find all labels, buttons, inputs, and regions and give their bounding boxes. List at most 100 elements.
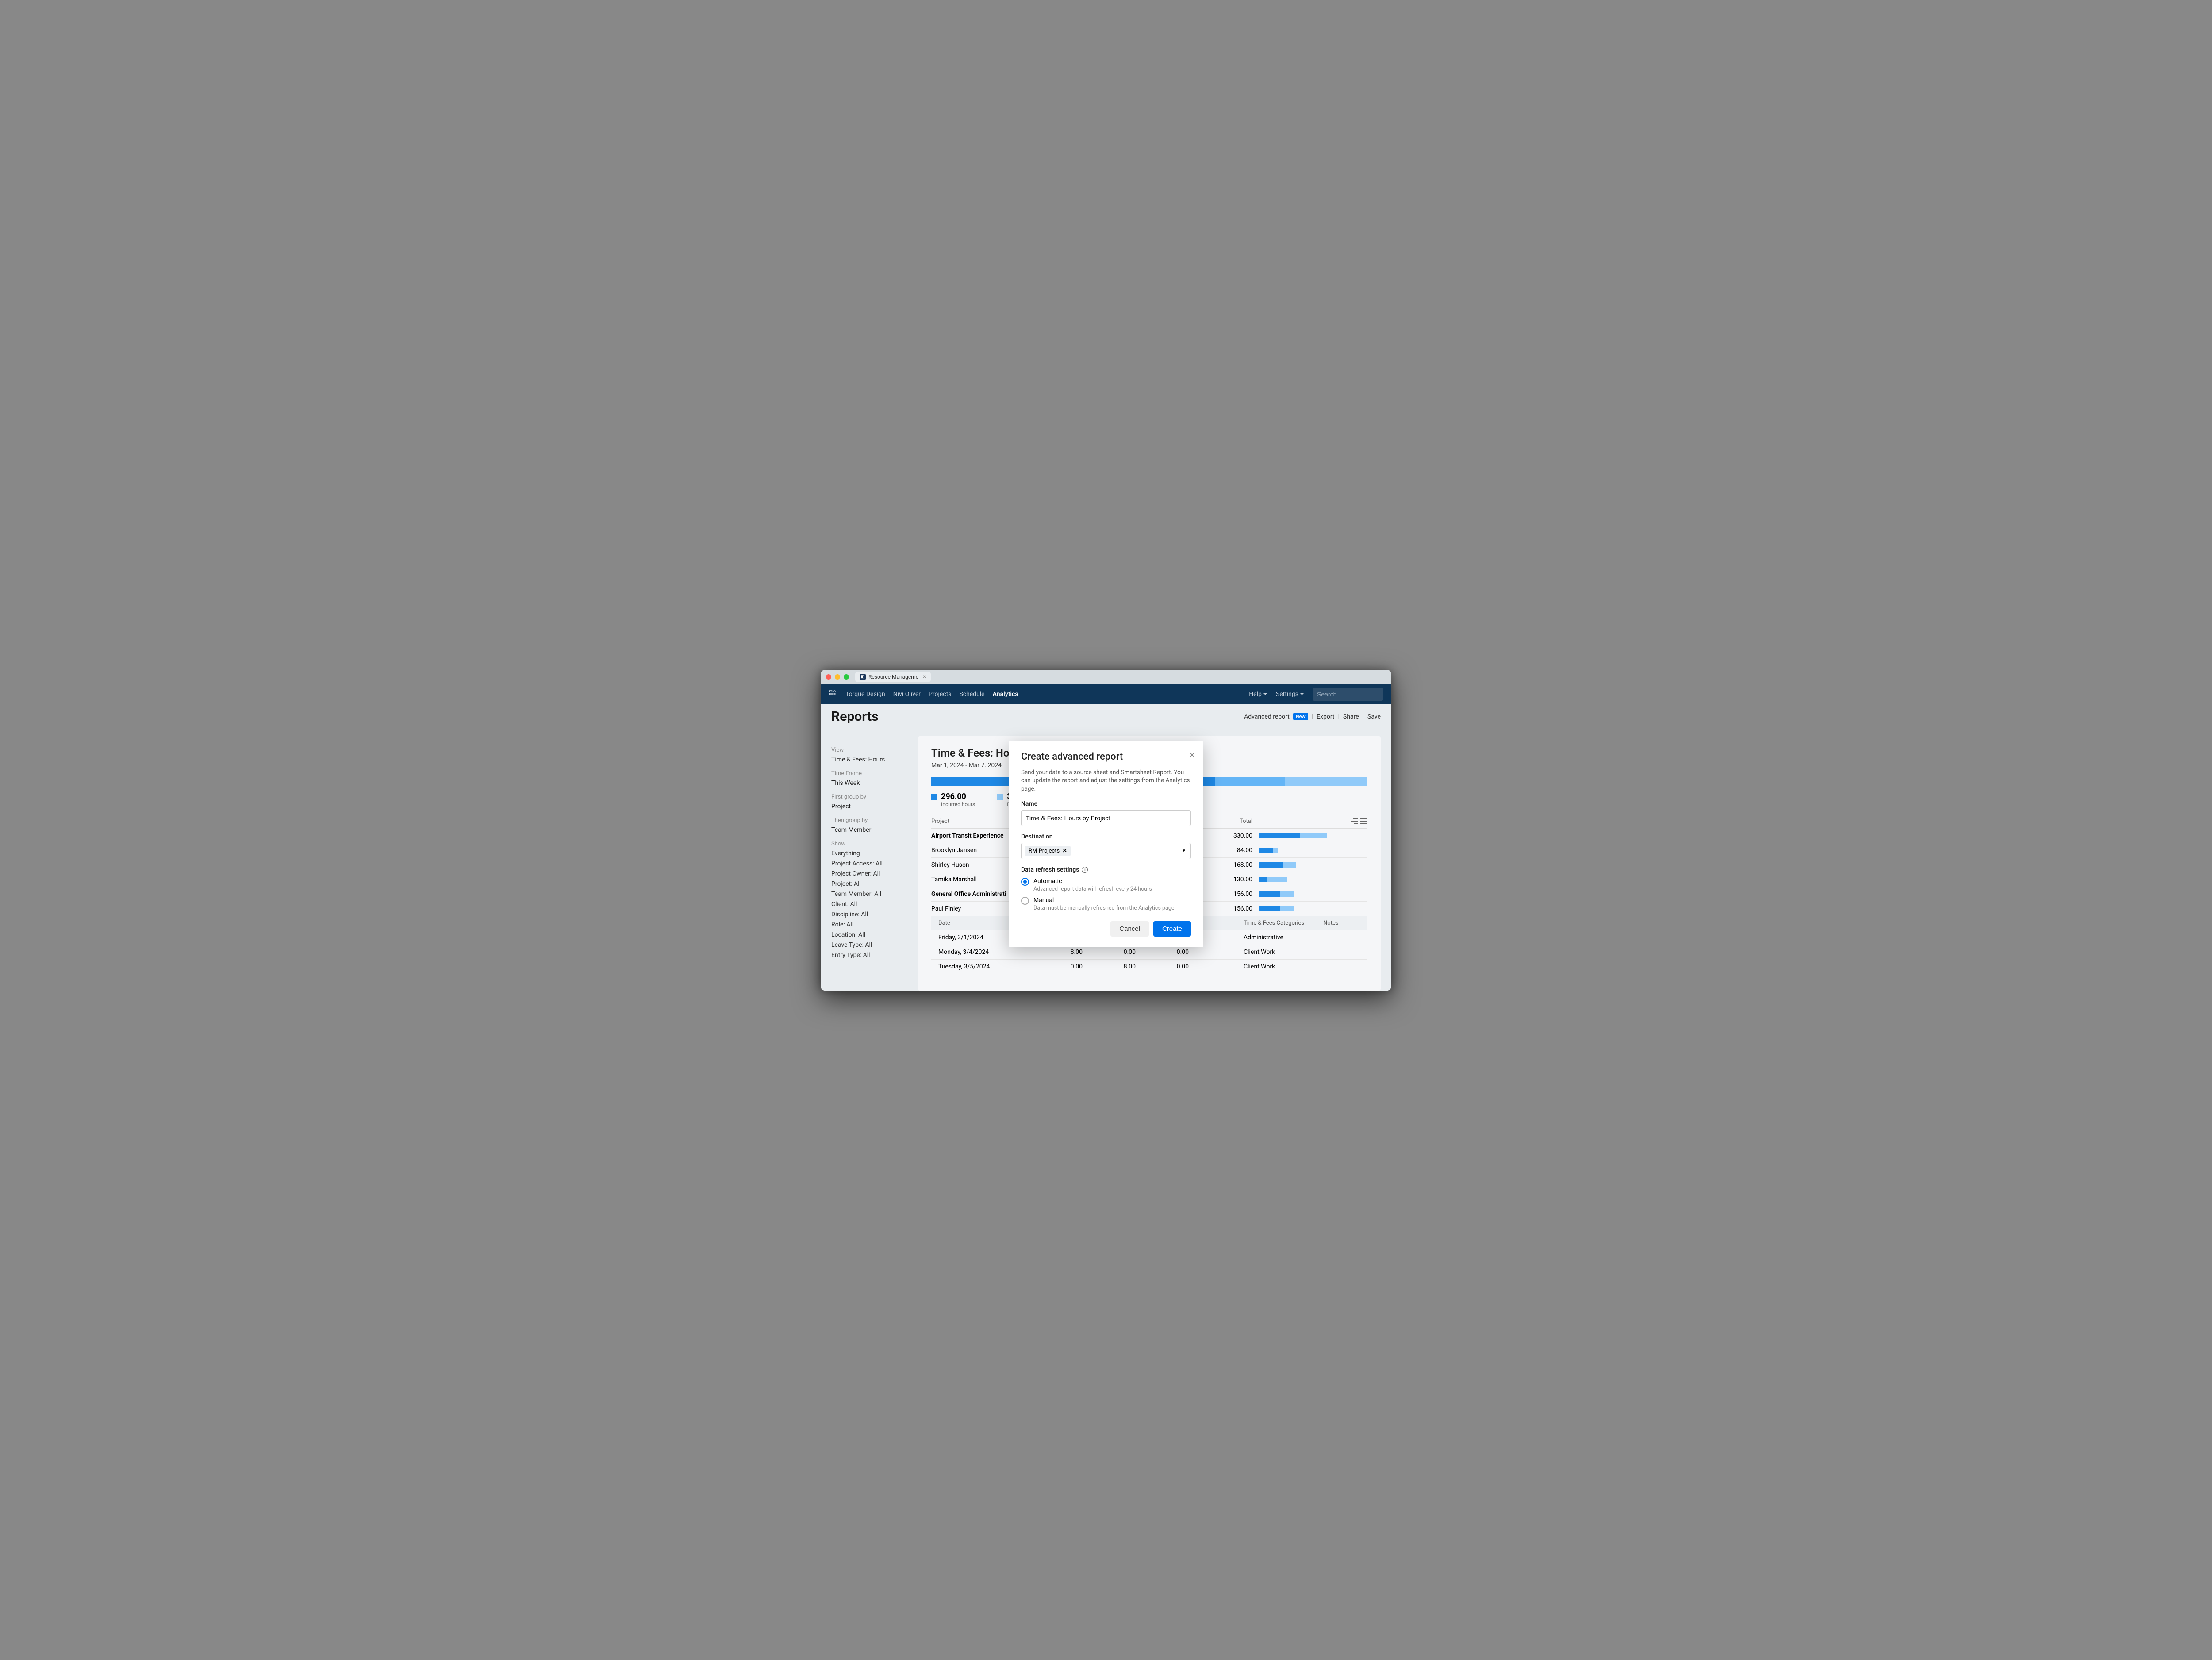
settings-menu[interactable]: Settings bbox=[1276, 691, 1304, 698]
legend-swatch-icon bbox=[931, 794, 937, 800]
detail-notes bbox=[1320, 934, 1367, 941]
export-link[interactable]: Export bbox=[1317, 713, 1334, 720]
breadcrumb-nav: Torque Design Nivi Oliver Projects Sched… bbox=[845, 691, 1018, 698]
show-filter-item[interactable]: Team Member: All bbox=[831, 891, 907, 898]
detail-category: Client Work bbox=[1240, 963, 1320, 970]
top-nav: Torque Design Nivi Oliver Projects Sched… bbox=[821, 684, 1391, 704]
detail-category: Administrative bbox=[1240, 934, 1320, 941]
modal-description: Send your data to a source sheet and Sma… bbox=[1021, 769, 1191, 794]
detail-row[interactable]: Tuesday, 3/5/2024 0.00 8.00 0.00 Client … bbox=[931, 960, 1367, 974]
advanced-report-link[interactable]: Advanced report bbox=[1244, 713, 1290, 720]
show-filter-item[interactable]: Project: All bbox=[831, 880, 907, 888]
timeframe-label: Time Frame bbox=[831, 770, 907, 777]
detail-val: 8.00 bbox=[1086, 963, 1139, 970]
detail-val: 0.00 bbox=[1139, 963, 1192, 970]
search-input[interactable] bbox=[1313, 688, 1383, 701]
view-list-icon[interactable] bbox=[1360, 818, 1367, 824]
show-label: Show bbox=[831, 841, 907, 847]
detail-val: 0.00 bbox=[1086, 949, 1139, 956]
close-icon[interactable]: × bbox=[1190, 749, 1194, 760]
chevron-down-icon: ▼ bbox=[1182, 849, 1186, 853]
row-bar-chart bbox=[1259, 848, 1367, 853]
nav-user[interactable]: Nivi Oliver bbox=[893, 691, 921, 698]
app-logo-icon[interactable] bbox=[829, 689, 837, 699]
view-label: View bbox=[831, 747, 907, 753]
row-total: 156.00 bbox=[1208, 905, 1252, 912]
first-group-value[interactable]: Project bbox=[831, 803, 907, 810]
refresh-automatic-option[interactable]: Automatic Advanced report data will refr… bbox=[1021, 878, 1191, 892]
detail-notes bbox=[1320, 949, 1367, 956]
detail-date: Monday, 3/4/2024 bbox=[931, 949, 1033, 956]
nav-analytics[interactable]: Analytics bbox=[993, 691, 1018, 698]
show-filter-item[interactable]: Everything bbox=[831, 850, 907, 857]
info-icon[interactable]: i bbox=[1082, 867, 1088, 873]
row-total: 168.00 bbox=[1208, 861, 1252, 868]
minimize-window-icon[interactable] bbox=[835, 674, 840, 680]
show-filter-item[interactable]: Location: All bbox=[831, 931, 907, 938]
row-total: 130.00 bbox=[1208, 876, 1252, 883]
report-name-input[interactable] bbox=[1021, 810, 1191, 826]
remove-chip-icon[interactable]: ✕ bbox=[1062, 848, 1067, 854]
cancel-button[interactable]: Cancel bbox=[1110, 921, 1149, 937]
detail-val: 0.00 bbox=[1033, 963, 1086, 970]
show-filter-item[interactable]: Discipline: All bbox=[831, 911, 907, 918]
detail-val: 0.00 bbox=[1139, 949, 1192, 956]
detail-notes bbox=[1320, 963, 1367, 970]
then-group-value[interactable]: Team Member bbox=[831, 826, 907, 834]
app-favicon-icon: ◧ bbox=[860, 674, 866, 680]
detail-val: 8.00 bbox=[1033, 949, 1086, 956]
page-actions: Advanced report New | Export | Share | S… bbox=[1244, 713, 1381, 720]
show-filter-item[interactable]: Client: All bbox=[831, 901, 907, 908]
timeframe-value[interactable]: This Week bbox=[831, 780, 907, 787]
radio-selected-icon bbox=[1021, 878, 1029, 886]
row-bar-chart bbox=[1259, 906, 1367, 911]
show-filter-item[interactable]: Leave Type: All bbox=[831, 941, 907, 949]
show-filter-item[interactable]: Project Owner: All bbox=[831, 870, 907, 877]
share-link[interactable]: Share bbox=[1343, 713, 1359, 720]
row-total: 156.00 bbox=[1208, 891, 1252, 898]
nav-org[interactable]: Torque Design bbox=[845, 691, 885, 698]
show-filter-item[interactable]: Entry Type: All bbox=[831, 952, 907, 959]
destination-label: Destination bbox=[1021, 833, 1191, 840]
create-advanced-report-modal: × Create advanced report Send your data … bbox=[1009, 741, 1203, 948]
row-bar-chart bbox=[1259, 833, 1367, 838]
row-total: 330.00 bbox=[1208, 832, 1252, 839]
tab-title: Resource Manageme bbox=[868, 674, 918, 680]
modal-title: Create advanced report bbox=[1021, 751, 1191, 762]
col-total-header[interactable]: Total bbox=[1208, 818, 1252, 825]
maximize-window-icon[interactable] bbox=[844, 674, 849, 680]
titlebar: ◧ Resource Manageme × bbox=[821, 670, 1391, 684]
name-label: Name bbox=[1021, 800, 1191, 807]
detail-date: Tuesday, 3/5/2024 bbox=[931, 963, 1033, 970]
col-notes-header: Notes bbox=[1320, 920, 1367, 926]
save-link[interactable]: Save bbox=[1367, 713, 1381, 720]
view-bars-icon[interactable] bbox=[1351, 818, 1358, 824]
row-bar-chart bbox=[1259, 891, 1367, 897]
view-value[interactable]: Time & Fees: Hours bbox=[831, 756, 907, 763]
chevron-down-icon bbox=[1300, 693, 1304, 695]
nav-projects[interactable]: Projects bbox=[929, 691, 951, 698]
window-controls bbox=[826, 674, 849, 680]
close-tab-icon[interactable]: × bbox=[923, 673, 926, 680]
sidebar: View Time & Fees: Hours Time Frame This … bbox=[821, 704, 918, 991]
close-window-icon[interactable] bbox=[826, 674, 831, 680]
refresh-label: Data refresh settings i bbox=[1021, 866, 1191, 873]
browser-tab[interactable]: ◧ Resource Manageme × bbox=[855, 672, 931, 682]
then-group-label: Then group by bbox=[831, 817, 907, 824]
first-group-label: First group by bbox=[831, 794, 907, 800]
create-button[interactable]: Create bbox=[1153, 921, 1191, 937]
row-bar-chart bbox=[1259, 862, 1367, 868]
radio-unselected-icon bbox=[1021, 897, 1029, 905]
chevron-down-icon bbox=[1263, 693, 1267, 695]
refresh-manual-option[interactable]: Manual Data must be manually refreshed f… bbox=[1021, 897, 1191, 911]
destination-chip: RM Projects ✕ bbox=[1025, 846, 1071, 856]
show-filter-item[interactable]: Role: All bbox=[831, 921, 907, 928]
show-filter-item[interactable]: Project Access: All bbox=[831, 860, 907, 867]
help-menu[interactable]: Help bbox=[1249, 691, 1267, 698]
row-bar-chart bbox=[1259, 877, 1367, 882]
col-category-header: Time & Fees Categories bbox=[1240, 920, 1320, 926]
nav-schedule[interactable]: Schedule bbox=[959, 691, 984, 698]
new-badge: New bbox=[1293, 713, 1308, 720]
destination-select[interactable]: RM Projects ✕ ▼ bbox=[1021, 843, 1191, 859]
legend-swatch-icon bbox=[997, 794, 1003, 800]
